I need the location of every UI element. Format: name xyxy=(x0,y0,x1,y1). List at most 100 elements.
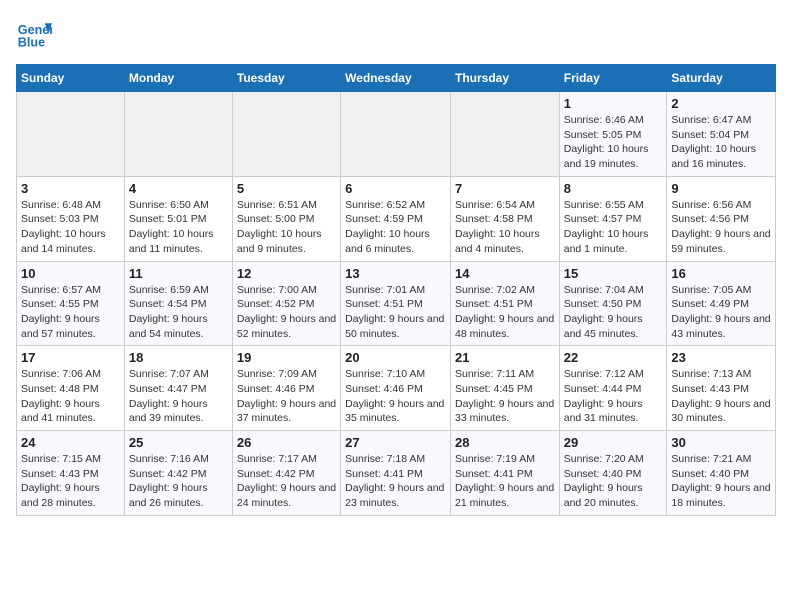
day-number: 23 xyxy=(671,350,771,365)
calendar-cell xyxy=(450,92,559,177)
weekday-header: Friday xyxy=(559,65,667,92)
calendar-cell xyxy=(341,92,451,177)
calendar-cell: 11 Sunrise: 6:59 AM Sunset: 4:54 PM Dayli… xyxy=(124,261,232,346)
day-number: 22 xyxy=(564,350,663,365)
calendar-cell: 4 Sunrise: 6:50 AM Sunset: 5:01 PM Daylig… xyxy=(124,176,232,261)
calendar-cell: 3Sunrise: 6:48 AM Sunset: 5:03 PM Daylig… xyxy=(17,176,125,261)
calendar-cell: 20 Sunrise: 7:10 AM Sunset: 4:46 PM Dayli… xyxy=(341,346,451,431)
day-number: 28 xyxy=(455,435,555,450)
day-number: 25 xyxy=(129,435,228,450)
day-info: Sunrise: 6:56 AM Sunset: 4:56 PM Dayligh… xyxy=(671,198,771,257)
svg-text:Blue: Blue xyxy=(18,36,45,50)
calendar-table: SundayMondayTuesdayWednesdayThursdayFrid… xyxy=(16,64,776,516)
day-info: Sunrise: 7:00 AM Sunset: 4:52 PM Dayligh… xyxy=(237,283,336,342)
day-info: Sunrise: 7:20 AM Sunset: 4:40 PM Dayligh… xyxy=(564,452,663,511)
calendar-week-row: 10Sunrise: 6:57 AM Sunset: 4:55 PM Dayli… xyxy=(17,261,776,346)
day-number: 15 xyxy=(564,266,663,281)
calendar-cell: 2Sunrise: 6:47 AM Sunset: 5:04 PM Daylig… xyxy=(667,92,776,177)
day-number: 14 xyxy=(455,266,555,281)
calendar-cell: 24 Sunrise: 7:15 AM Sunset: 4:43 PM Dayli… xyxy=(17,431,125,516)
calendar-cell: 1Sunrise: 6:46 AM Sunset: 5:05 PM Daylig… xyxy=(559,92,667,177)
day-number: 24 xyxy=(21,435,120,450)
weekday-header: Monday xyxy=(124,65,232,92)
calendar-cell: 25 Sunrise: 7:16 AM Sunset: 4:42 PM Dayli… xyxy=(124,431,232,516)
day-info: Sunrise: 6:52 AM Sunset: 4:59 PM Dayligh… xyxy=(345,198,446,257)
day-info: Sunrise: 6:59 AM Sunset: 4:54 PM Dayligh… xyxy=(129,283,228,342)
day-info: Sunrise: 7:05 AM Sunset: 4:49 PM Dayligh… xyxy=(671,283,771,342)
day-number: 30 xyxy=(671,435,771,450)
day-number: 8 xyxy=(564,181,663,196)
calendar-cell xyxy=(232,92,340,177)
day-info: Sunrise: 7:04 AM Sunset: 4:50 PM Dayligh… xyxy=(564,283,663,342)
day-number: 17 xyxy=(21,350,120,365)
day-info: Sunrise: 6:54 AM Sunset: 4:58 PM Dayligh… xyxy=(455,198,555,257)
calendar-cell: 27 Sunrise: 7:18 AM Sunset: 4:41 PM Dayli… xyxy=(341,431,451,516)
weekday-header: Thursday xyxy=(450,65,559,92)
day-number: 11 xyxy=(129,266,228,281)
weekday-header: Wednesday xyxy=(341,65,451,92)
calendar-cell: 9 Sunrise: 6:56 AM Sunset: 4:56 PM Daylig… xyxy=(667,176,776,261)
day-info: Sunrise: 7:19 AM Sunset: 4:41 PM Dayligh… xyxy=(455,452,555,511)
calendar-week-row: 17Sunrise: 7:06 AM Sunset: 4:48 PM Dayli… xyxy=(17,346,776,431)
day-info: Sunrise: 7:16 AM Sunset: 4:42 PM Dayligh… xyxy=(129,452,228,511)
day-info: Sunrise: 7:12 AM Sunset: 4:44 PM Dayligh… xyxy=(564,367,663,426)
calendar-cell: 30 Sunrise: 7:21 AM Sunset: 4:40 PM Dayli… xyxy=(667,431,776,516)
calendar-week-row: 24 Sunrise: 7:15 AM Sunset: 4:43 PM Dayli… xyxy=(17,431,776,516)
day-info: Sunrise: 7:13 AM Sunset: 4:43 PM Dayligh… xyxy=(671,367,771,426)
day-info: Sunrise: 7:10 AM Sunset: 4:46 PM Dayligh… xyxy=(345,367,446,426)
day-number: 1 xyxy=(564,96,663,111)
day-number: 20 xyxy=(345,350,446,365)
day-number: 18 xyxy=(129,350,228,365)
day-number: 27 xyxy=(345,435,446,450)
day-number: 19 xyxy=(237,350,336,365)
calendar-cell: 17Sunrise: 7:06 AM Sunset: 4:48 PM Dayli… xyxy=(17,346,125,431)
calendar-cell: 13 Sunrise: 7:01 AM Sunset: 4:51 PM Dayli… xyxy=(341,261,451,346)
day-number: 26 xyxy=(237,435,336,450)
calendar-cell: 29 Sunrise: 7:20 AM Sunset: 4:40 PM Dayli… xyxy=(559,431,667,516)
day-number: 12 xyxy=(237,266,336,281)
calendar-cell xyxy=(17,92,125,177)
calendar-cell: 12 Sunrise: 7:00 AM Sunset: 4:52 PM Dayli… xyxy=(232,261,340,346)
day-info: Sunrise: 6:48 AM Sunset: 5:03 PM Dayligh… xyxy=(21,198,120,257)
day-info: Sunrise: 7:07 AM Sunset: 4:47 PM Dayligh… xyxy=(129,367,228,426)
calendar-cell: 19 Sunrise: 7:09 AM Sunset: 4:46 PM Dayli… xyxy=(232,346,340,431)
day-info: Sunrise: 7:02 AM Sunset: 4:51 PM Dayligh… xyxy=(455,283,555,342)
day-number: 9 xyxy=(671,181,771,196)
day-number: 21 xyxy=(455,350,555,365)
calendar-cell: 7 Sunrise: 6:54 AM Sunset: 4:58 PM Daylig… xyxy=(450,176,559,261)
calendar-cell xyxy=(124,92,232,177)
day-number: 5 xyxy=(237,181,336,196)
calendar-cell: 28 Sunrise: 7:19 AM Sunset: 4:41 PM Dayli… xyxy=(450,431,559,516)
day-info: Sunrise: 6:57 AM Sunset: 4:55 PM Dayligh… xyxy=(21,283,120,342)
day-info: Sunrise: 7:09 AM Sunset: 4:46 PM Dayligh… xyxy=(237,367,336,426)
calendar-cell: 23 Sunrise: 7:13 AM Sunset: 4:43 PM Dayli… xyxy=(667,346,776,431)
calendar-cell: 6Sunrise: 6:52 AM Sunset: 4:59 PM Daylig… xyxy=(341,176,451,261)
day-number: 2 xyxy=(671,96,771,111)
calendar-cell: 10Sunrise: 6:57 AM Sunset: 4:55 PM Dayli… xyxy=(17,261,125,346)
calendar-cell: 14 Sunrise: 7:02 AM Sunset: 4:51 PM Dayli… xyxy=(450,261,559,346)
day-number: 29 xyxy=(564,435,663,450)
day-info: Sunrise: 6:55 AM Sunset: 4:57 PM Dayligh… xyxy=(564,198,663,257)
calendar-header-row: SundayMondayTuesdayWednesdayThursdayFrid… xyxy=(17,65,776,92)
day-info: Sunrise: 6:51 AM Sunset: 5:00 PM Dayligh… xyxy=(237,198,336,257)
day-info: Sunrise: 7:18 AM Sunset: 4:41 PM Dayligh… xyxy=(345,452,446,511)
day-info: Sunrise: 7:15 AM Sunset: 4:43 PM Dayligh… xyxy=(21,452,120,511)
day-number: 7 xyxy=(455,181,555,196)
weekday-header: Saturday xyxy=(667,65,776,92)
calendar-cell: 16 Sunrise: 7:05 AM Sunset: 4:49 PM Dayli… xyxy=(667,261,776,346)
day-info: Sunrise: 7:17 AM Sunset: 4:42 PM Dayligh… xyxy=(237,452,336,511)
day-number: 16 xyxy=(671,266,771,281)
calendar-cell: 26 Sunrise: 7:17 AM Sunset: 4:42 PM Dayli… xyxy=(232,431,340,516)
day-info: Sunrise: 6:50 AM Sunset: 5:01 PM Dayligh… xyxy=(129,198,228,257)
day-info: Sunrise: 7:01 AM Sunset: 4:51 PM Dayligh… xyxy=(345,283,446,342)
weekday-header: Tuesday xyxy=(232,65,340,92)
day-number: 4 xyxy=(129,181,228,196)
calendar-cell: 5 Sunrise: 6:51 AM Sunset: 5:00 PM Daylig… xyxy=(232,176,340,261)
calendar-cell: 8 Sunrise: 6:55 AM Sunset: 4:57 PM Daylig… xyxy=(559,176,667,261)
logo: General Blue xyxy=(16,16,52,52)
weekday-header: Sunday xyxy=(17,65,125,92)
logo-icon: General Blue xyxy=(16,16,52,52)
calendar-week-row: 1Sunrise: 6:46 AM Sunset: 5:05 PM Daylig… xyxy=(17,92,776,177)
day-info: Sunrise: 7:21 AM Sunset: 4:40 PM Dayligh… xyxy=(671,452,771,511)
day-number: 13 xyxy=(345,266,446,281)
